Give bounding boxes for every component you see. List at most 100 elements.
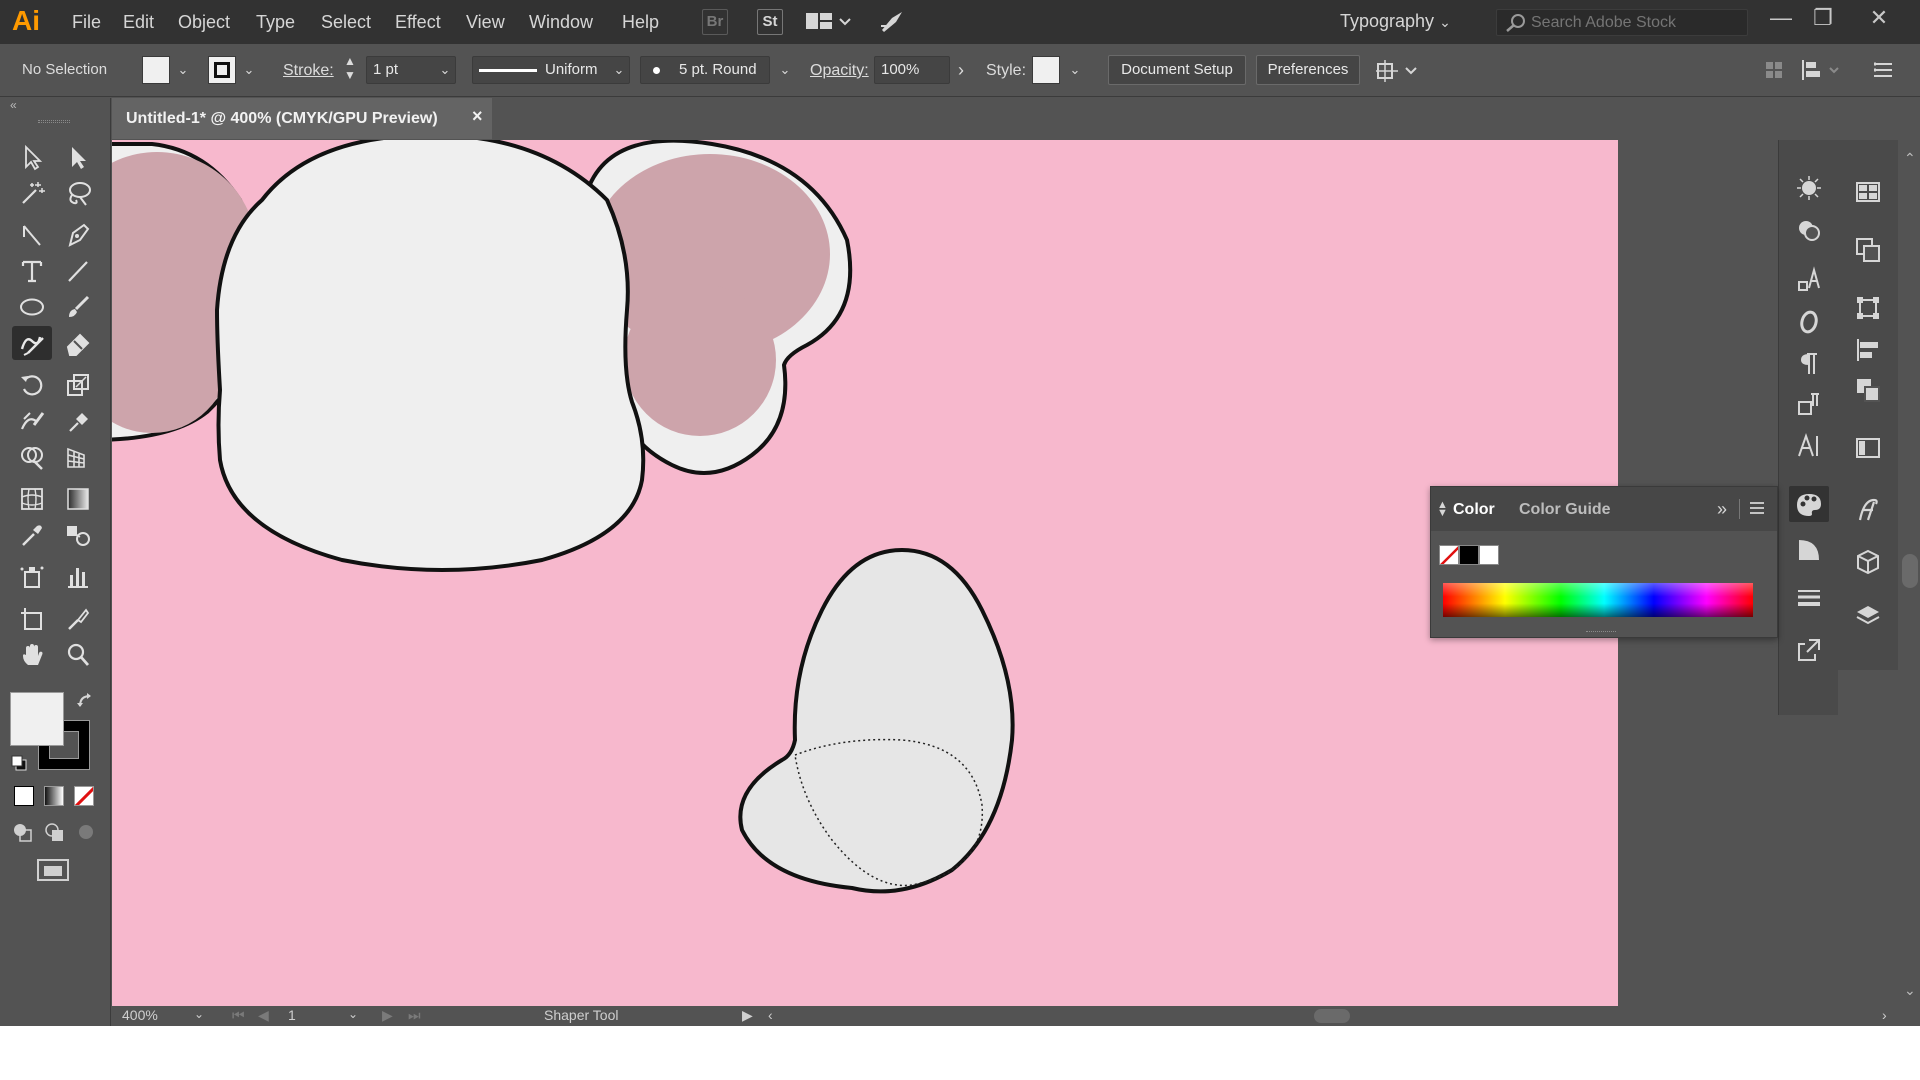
status-menu-icon[interactable]: ▶ bbox=[742, 1007, 753, 1024]
menu-effect[interactable]: Effect bbox=[395, 12, 441, 33]
search-input[interactable] bbox=[1531, 13, 1741, 33]
none-swatch[interactable] bbox=[1439, 545, 1459, 565]
stroke-panel-icon[interactable] bbox=[1789, 580, 1829, 616]
arrange-icon[interactable] bbox=[1848, 372, 1888, 408]
previous-artboard-icon[interactable]: ◀ bbox=[258, 1007, 269, 1024]
panel-menu-icon[interactable] bbox=[1749, 501, 1765, 520]
symbol-sprayer-tool-icon[interactable] bbox=[12, 560, 52, 594]
collapse-panel-icon[interactable]: « bbox=[10, 98, 17, 112]
tab-color[interactable]: Color bbox=[1453, 501, 1495, 519]
gpu-performance-icon[interactable] bbox=[878, 8, 906, 36]
draw-inside-icon[interactable] bbox=[76, 822, 96, 847]
isolate-icon[interactable] bbox=[1764, 60, 1784, 85]
vertical-scrollbar[interactable]: ⌃ ⌄ bbox=[1900, 150, 1920, 1006]
artboard-canvas[interactable] bbox=[112, 140, 1618, 1006]
arrange-documents-icon[interactable] bbox=[806, 10, 852, 34]
horizontal-scroll-thumb[interactable] bbox=[1314, 1009, 1350, 1023]
fill-swatch[interactable] bbox=[142, 56, 170, 84]
transparency-icon[interactable] bbox=[1848, 430, 1888, 466]
line-segment-tool-icon[interactable] bbox=[58, 254, 98, 288]
chevron-down-icon[interactable]: ⌄ bbox=[240, 56, 258, 84]
menu-select[interactable]: Select bbox=[321, 12, 371, 33]
gradient-panel-icon[interactable] bbox=[1789, 532, 1829, 568]
distribute-icon[interactable] bbox=[1800, 58, 1844, 87]
align-to-icon[interactable] bbox=[1376, 58, 1422, 89]
chevron-down-icon[interactable]: ⌄ bbox=[348, 1007, 358, 1021]
menu-type[interactable]: Type bbox=[256, 12, 295, 33]
scale-tool-icon[interactable] bbox=[58, 368, 98, 402]
stroke-label[interactable]: Stroke: bbox=[283, 62, 334, 80]
next-artboard-icon[interactable]: ▶ bbox=[382, 1007, 393, 1024]
black-swatch[interactable] bbox=[1459, 545, 1479, 565]
stroke-stepper-icon[interactable]: ▲ ▼ bbox=[344, 54, 356, 82]
artboard-number[interactable]: 1 bbox=[288, 1007, 296, 1023]
hand-tool-icon[interactable] bbox=[12, 638, 52, 672]
fill-color-box[interactable] bbox=[10, 692, 64, 746]
transform-icon[interactable] bbox=[1848, 290, 1888, 326]
blend-tool-icon[interactable] bbox=[58, 518, 98, 552]
paintbrush-tool-icon[interactable] bbox=[58, 290, 98, 324]
menu-window[interactable]: Window bbox=[529, 12, 593, 33]
character-styles-icon[interactable] bbox=[1848, 492, 1888, 528]
magic-wand-tool-icon[interactable] bbox=[12, 176, 52, 210]
align-icon[interactable] bbox=[1848, 332, 1888, 368]
layers-icon[interactable] bbox=[1848, 598, 1888, 634]
menu-edit[interactable]: Edit bbox=[123, 12, 154, 33]
glyphs-icon[interactable] bbox=[1789, 262, 1829, 298]
stock-search-box[interactable] bbox=[1496, 9, 1748, 36]
color-spectrum[interactable] bbox=[1443, 583, 1753, 617]
gradient-mode-icon[interactable] bbox=[44, 786, 64, 806]
scroll-down-icon[interactable]: ⌄ bbox=[1904, 982, 1916, 999]
change-screen-mode-icon[interactable] bbox=[36, 858, 74, 889]
graphic-style-swatch[interactable] bbox=[1032, 56, 1060, 84]
shape-builder-tool-icon[interactable] bbox=[12, 440, 52, 474]
shaper-tool-icon[interactable] bbox=[12, 326, 52, 360]
slice-tool-icon[interactable] bbox=[58, 602, 98, 636]
chevron-down-icon[interactable]: ⌄ bbox=[776, 56, 794, 84]
chevron-down-icon[interactable]: ⌄ bbox=[174, 56, 192, 84]
egg-shape[interactable] bbox=[738, 547, 1015, 894]
3d-materials-icon[interactable] bbox=[1848, 544, 1888, 580]
swatches-icon[interactable] bbox=[1848, 174, 1888, 210]
column-graph-tool-icon[interactable] bbox=[58, 560, 98, 594]
paragraph-icon[interactable] bbox=[1789, 346, 1829, 382]
paragraph-styles-icon[interactable] bbox=[1789, 386, 1829, 422]
menu-help[interactable]: Help bbox=[622, 12, 659, 33]
eraser-tool-icon[interactable] bbox=[58, 326, 98, 360]
color-mode-icon[interactable] bbox=[14, 786, 34, 806]
opacity-label[interactable]: Opacity: bbox=[810, 62, 869, 80]
menu-object[interactable]: Object bbox=[178, 12, 230, 33]
minimize-icon[interactable]: — bbox=[1766, 4, 1796, 34]
perspective-grid-tool-icon[interactable] bbox=[58, 440, 98, 474]
warp-tool-icon[interactable] bbox=[12, 404, 52, 438]
eyedropper-tool-icon[interactable] bbox=[12, 518, 52, 552]
gradient-tool-icon[interactable] bbox=[58, 482, 98, 516]
restore-icon[interactable]: ❐ bbox=[1808, 4, 1838, 34]
chevron-right-icon[interactable]: › bbox=[952, 56, 970, 84]
scroll-up-icon[interactable]: ⌃ bbox=[1904, 150, 1916, 167]
menu-file[interactable]: File bbox=[72, 12, 101, 33]
document-tab[interactable]: Untitled-1* @ 400% (CMYK/GPU Preview) × bbox=[112, 98, 492, 139]
chevron-down-icon[interactable]: ⌄ bbox=[1066, 56, 1084, 84]
none-mode-icon[interactable] bbox=[74, 786, 94, 806]
close-window-icon[interactable]: ✕ bbox=[1864, 4, 1894, 34]
swap-colors-icon[interactable] bbox=[76, 692, 94, 715]
panel-resize-grip[interactable] bbox=[1586, 631, 1616, 634]
right-ear-pink-bottom[interactable] bbox=[624, 284, 776, 436]
scroll-left-icon[interactable]: ‹ bbox=[768, 1007, 773, 1023]
vertical-scroll-thumb[interactable] bbox=[1902, 554, 1918, 588]
character-icon[interactable] bbox=[1789, 428, 1829, 464]
zoom-level[interactable]: 400% bbox=[122, 1007, 158, 1023]
brush-definition-field[interactable]: 5 pt. Round bbox=[640, 56, 770, 84]
panel-menu-icon[interactable] bbox=[1872, 60, 1894, 85]
draw-normal-icon[interactable] bbox=[12, 822, 34, 849]
document-setup-button[interactable]: Document Setup bbox=[1108, 55, 1246, 85]
pathfinder-icon[interactable] bbox=[1848, 232, 1888, 268]
scroll-right-icon[interactable]: › bbox=[1882, 1007, 1887, 1023]
panel-grip[interactable] bbox=[38, 120, 70, 123]
default-colors-icon[interactable] bbox=[10, 754, 28, 777]
chevron-down-icon[interactable]: ⌄ bbox=[194, 1007, 204, 1021]
lasso-tool-icon[interactable] bbox=[58, 176, 98, 210]
color-themes-icon[interactable] bbox=[1789, 212, 1829, 248]
panel-stepper-icon[interactable]: ▲ ▼ bbox=[1437, 500, 1448, 519]
